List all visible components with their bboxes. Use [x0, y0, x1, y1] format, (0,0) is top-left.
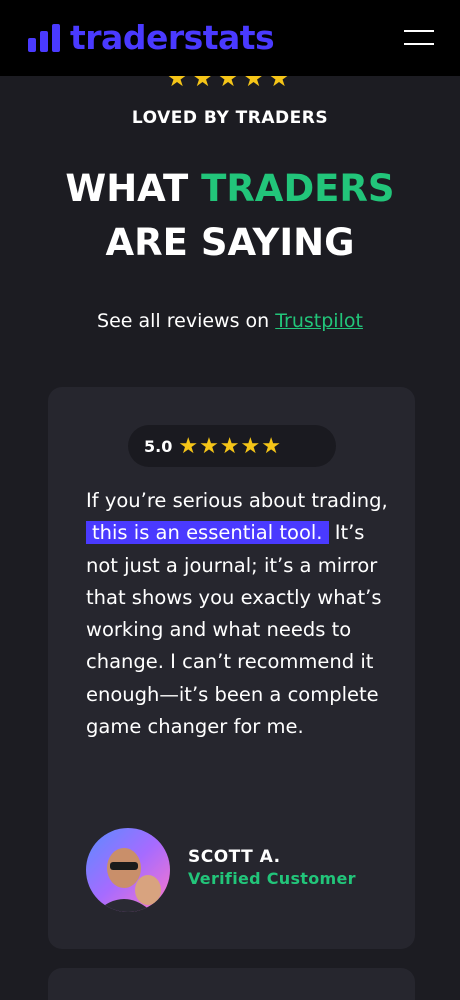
navbar: traderstats	[0, 0, 460, 76]
subline-text: See all reviews on	[97, 310, 276, 332]
trustpilot-link[interactable]: Trustpilot	[275, 310, 363, 332]
reviews-subline: See all reviews on Trustpilot	[0, 310, 460, 332]
rating-badge: 5.0 ★★★★★	[128, 425, 336, 467]
review-quote: If you’re serious about trading, this is…	[86, 485, 391, 743]
heading-accent: TRADERS	[201, 167, 395, 210]
section-eyebrow: LOVED BY TRADERS	[131, 108, 329, 128]
bar-chart-logo-icon	[28, 24, 60, 52]
verified-customer-label: Verified Customer	[188, 869, 356, 888]
avatar	[86, 828, 170, 912]
quote-highlight: this is an essential tool.	[86, 521, 329, 545]
traderstats-logo[interactable]: traderstats	[28, 18, 275, 58]
review-card: 5.0 ★★★★★ If you’re serious about tradin…	[48, 387, 415, 949]
rating-stars-icon: ★★★★★	[178, 433, 282, 459]
hamburger-menu-icon[interactable]	[404, 30, 434, 46]
quote-text-after: It’s not just a journal; it’s a mirror t…	[86, 521, 382, 739]
rating-value: 5.0	[144, 436, 173, 456]
heading-part-2: ARE SAYING	[105, 221, 355, 264]
author-name: SCOTT A.	[188, 847, 281, 867]
heading-part-1: WHAT	[65, 167, 202, 210]
brand-name: traderstats	[70, 18, 275, 57]
quote-text-before: If you’re serious about trading,	[86, 489, 388, 512]
section-heading: WHAT TRADERS ARE SAYING	[0, 162, 460, 270]
next-review-card	[48, 968, 415, 1000]
